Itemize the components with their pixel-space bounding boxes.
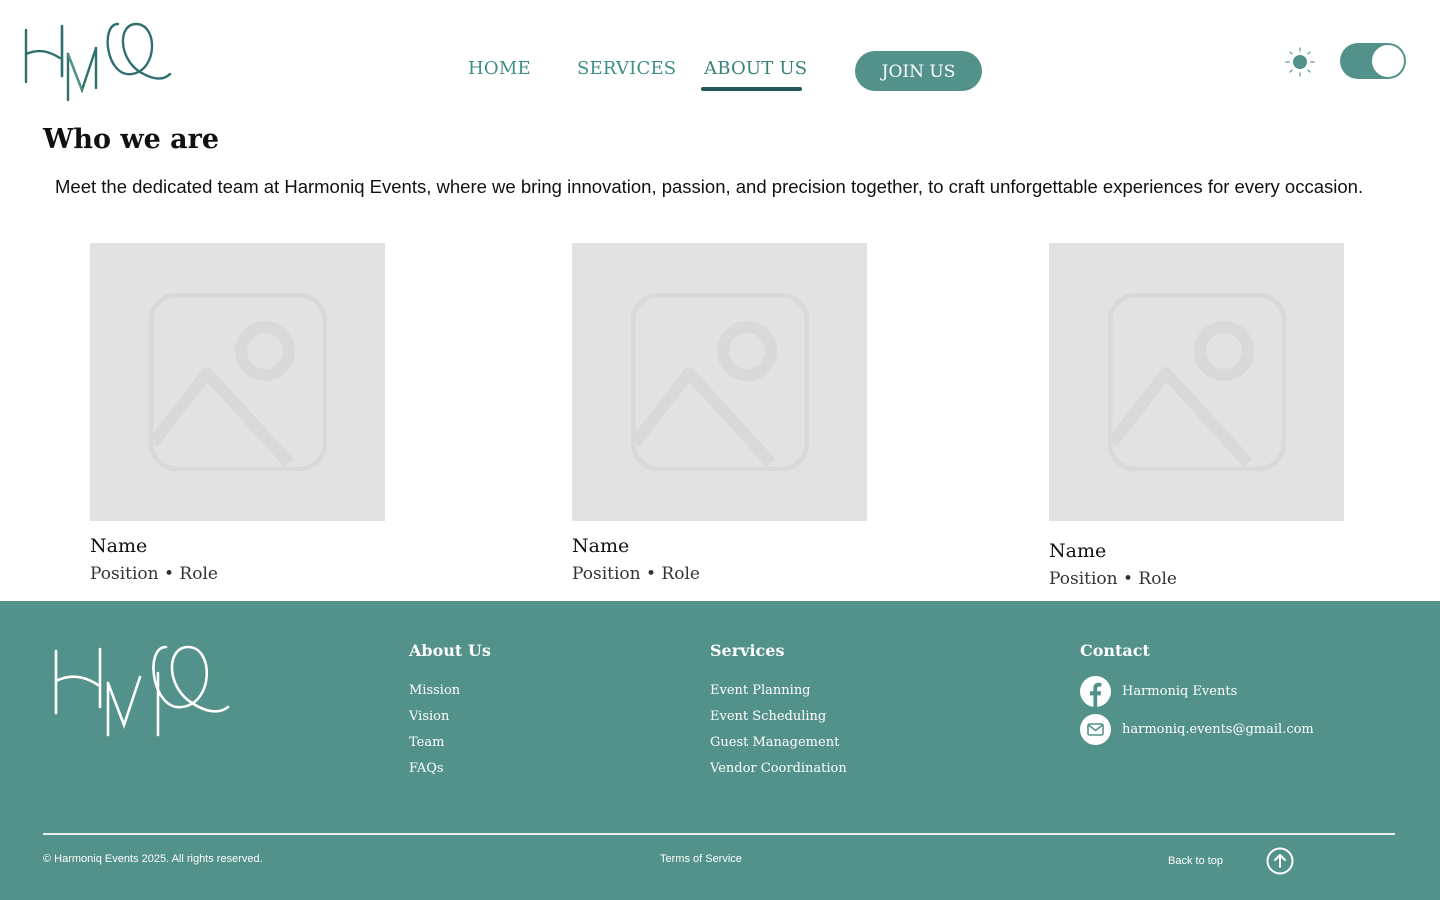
image-placeholder-icon [630,293,809,471]
image-placeholder-icon [148,293,327,471]
footer-link-event-scheduling[interactable]: Event Scheduling [710,704,847,730]
mail-icon [1080,713,1111,745]
footer-services-heading: Services [710,641,785,660]
team-member-name: Name [1049,540,1107,562]
footer-link-vision[interactable]: Vision [409,704,491,730]
copyright-text: © Harmoniq Events 2025. All rights reser… [43,853,263,865]
footer-link-vendor-coordination[interactable]: Vendor Coordination [710,756,847,782]
footer-link-mission[interactable]: Mission [409,678,491,704]
toggle-knob [1371,44,1405,78]
team-photo-placeholder [1049,243,1344,521]
footer-divider [43,833,1395,835]
footer-link-guest-management[interactable]: Guest Management [710,730,847,756]
footer-services-column: Services Event Planning Event Scheduling… [710,641,847,782]
team-member-name: Name [90,535,148,557]
active-nav-indicator [701,87,802,91]
team-card: Name Position • Role [90,243,385,585]
site-footer: About Us Mission Vision Team FAQs Servic… [0,601,1440,900]
sun-icon[interactable] [1285,47,1315,77]
contact-email[interactable]: harmoniq.events@gmail.com [1080,712,1314,746]
team-photo-placeholder [90,243,385,521]
facebook-icon [1080,675,1111,707]
footer-about-heading: About Us [409,641,491,660]
contact-email-text: harmoniq.events@gmail.com [1122,721,1314,737]
nav-about-us[interactable]: ABOUT US [704,58,807,79]
footer-link-event-planning[interactable]: Event Planning [710,678,847,704]
join-us-button[interactable]: JOIN US [855,51,982,91]
nav-home[interactable]: HOME [468,58,531,79]
brand-logo[interactable] [22,18,174,104]
footer-logo[interactable] [52,641,232,739]
contact-facebook-text: Harmoniq Events [1122,683,1238,699]
footer-about-column: About Us Mission Vision Team FAQs [409,641,491,782]
footer-link-faqs[interactable]: FAQs [409,756,491,782]
footer-contact-column: Contact Harmoniq Events harmoniq.events@… [1080,641,1314,750]
nav-services[interactable]: SERVICES [577,58,676,79]
team-photo-placeholder [572,243,867,521]
page-title: Who we are [43,124,220,155]
footer-link-team[interactable]: Team [409,730,491,756]
arrow-up-circle-icon[interactable] [1266,847,1294,875]
team-card: Name Position • Role [572,243,867,585]
contact-facebook[interactable]: Harmoniq Events [1080,674,1314,708]
footer-contact-heading: Contact [1080,641,1150,660]
team-member-name: Name [572,535,630,557]
terms-of-service-link[interactable]: Terms of Service [660,853,742,865]
intro-text: Meet the dedicated team at Harmoniq Even… [55,176,1364,197]
team-card: Name Position • Role [1049,243,1344,590]
back-to-top-link[interactable]: Back to top [1168,855,1223,867]
theme-toggle[interactable] [1340,43,1406,79]
team-member-role: Position • Role [1049,569,1177,589]
image-placeholder-icon [1107,293,1286,471]
team-member-role: Position • Role [572,564,700,584]
team-member-role: Position • Role [90,564,218,584]
